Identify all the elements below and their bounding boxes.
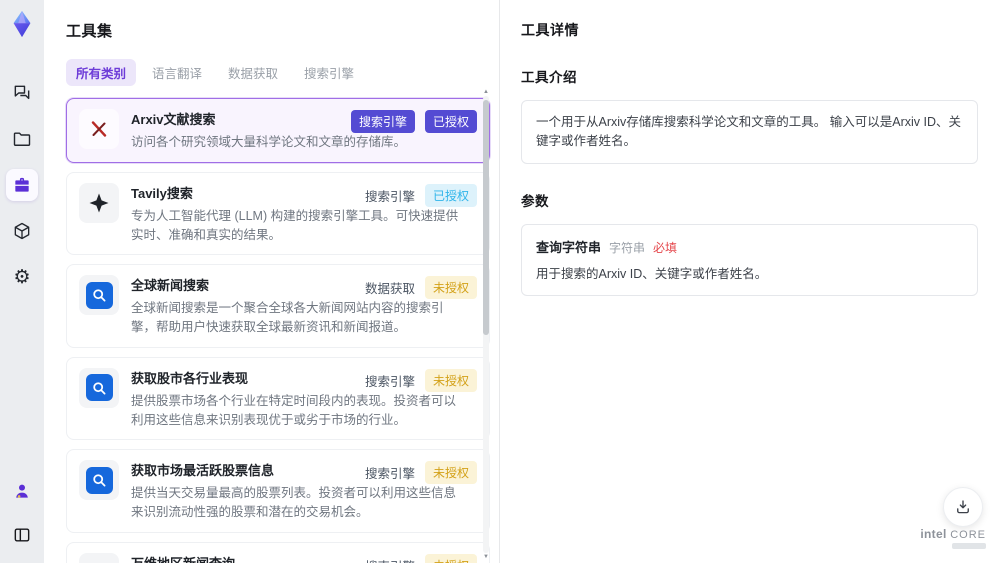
- param-required-flag: 必填: [653, 240, 678, 255]
- tool-description: 专为人工智能代理 (LLM) 构建的搜索引擎工具。可快速提供实时、准确和真实的结…: [131, 208, 459, 242]
- sidebar-item-account[interactable]: [6, 475, 38, 507]
- sidebar-bottom: [6, 475, 38, 551]
- params-heading: 参数: [521, 193, 549, 209]
- logo-gem-icon: [13, 10, 31, 38]
- sidebar-item-files[interactable]: [6, 123, 38, 155]
- tool-card-stock-sector-performance[interactable]: 获取股市各行业表现 提供股票市场各个行业在特定时间段内的表现。投资者可以利用这些…: [66, 356, 490, 441]
- tool-card-arxiv[interactable]: Arxiv文献搜索 访问各个研究领域大量科学论文和文章的存储库。 搜索引擎 已授…: [66, 98, 490, 163]
- category-tabs: 所有类别 语言翻译 数据获取 搜索引擎: [66, 59, 499, 86]
- tool-description: 访问各个研究领域大量科学论文和文章的存储库。: [131, 135, 407, 149]
- star-icon: [79, 182, 119, 223]
- param-type: 字符串: [609, 240, 646, 255]
- scrollbar-track[interactable]: [483, 96, 489, 553]
- scrollbar-thumb[interactable]: [483, 100, 489, 335]
- tool-card-tavily[interactable]: Tavily搜索 专为人工智能代理 (LLM) 构建的搜索引擎工具。可快速提供实…: [66, 171, 490, 256]
- sidebar-nav: ⚙: [6, 77, 38, 293]
- download-icon: [957, 500, 969, 514]
- tool-list-panel: 工具集 所有类别 语言翻译 数据获取 搜索引擎 Arxiv文献搜索 访问各个研究…: [44, 0, 500, 563]
- param-box: 查询字符串 字符串 必填 用于搜索的Arxiv ID、关键字或作者姓名。: [521, 223, 978, 297]
- tool-card-global-news-search[interactable]: 全球新闻搜索 全球新闻搜索是一个聚合全球各大新闻网站内容的搜索引擎，帮助用户快速…: [66, 264, 490, 348]
- category-badge: 搜索引擎: [350, 110, 415, 133]
- tab-all-categories[interactable]: 所有类别: [66, 59, 137, 86]
- folder-icon: [13, 132, 31, 146]
- status-badge: 未授权: [424, 368, 477, 392]
- category-label: 数据获取: [364, 282, 415, 297]
- sidebar-item-chat[interactable]: [6, 77, 38, 109]
- chat-icon: [14, 85, 30, 100]
- tool-detail-panel: 工具详情 工具介绍 一个用于从Arxiv存储库搜索科学论文和文章的工具。 输入可…: [501, 0, 1000, 563]
- tab-data-acquisition[interactable]: 数据获取: [218, 59, 288, 86]
- tab-search-engine[interactable]: 搜索引擎: [294, 59, 364, 86]
- cube-icon: [14, 222, 30, 240]
- blue-search-icon: [85, 281, 113, 309]
- scroll-down-icon[interactable]: ▼: [483, 553, 489, 561]
- tool-list: Arxiv文献搜索 访问各个研究领域大量科学论文和文章的存储库。 搜索引擎 已授…: [66, 98, 490, 563]
- sidebar-item-models[interactable]: [6, 215, 38, 247]
- user-icon: [16, 484, 28, 498]
- tool-description: 全球新闻搜索是一个聚合全球各大新闻网站内容的搜索引擎，帮助用户快速获取全球最新资…: [131, 301, 444, 334]
- core-wordmark: core: [950, 529, 986, 541]
- sidebar-item-collapse-panel[interactable]: [6, 519, 38, 551]
- scroll-up-icon[interactable]: ▲: [483, 88, 489, 96]
- status-badge: 已授权: [424, 183, 477, 207]
- category-label: 搜索引擎: [364, 467, 415, 482]
- param-name: 查询字符串: [536, 239, 602, 255]
- category-label: 搜索引擎: [364, 374, 415, 389]
- app-window: ⚙ 工具集 所有类别 语言翻译 数据获取 搜索引擎 Arxiv文献搜索 访问各个…: [0, 0, 1000, 563]
- intel-core-logo: intel core: [920, 527, 986, 549]
- intel-wordmark: intel: [920, 527, 947, 541]
- tab-language-translation[interactable]: 语言翻译: [142, 59, 212, 86]
- download-button[interactable]: [943, 487, 983, 527]
- sidebar: ⚙: [0, 0, 44, 563]
- toolbox-icon: [15, 177, 29, 192]
- gear-icon: ⚙: [13, 265, 31, 288]
- list-scrollbar[interactable]: ▲ ▼: [482, 88, 490, 561]
- sidebar-item-tools[interactable]: [6, 169, 38, 201]
- status-badge: 未授权: [424, 461, 477, 485]
- status-badge: 未授权: [424, 553, 477, 563]
- tool-card-most-active-stocks[interactable]: 获取市场最活跃股票信息 提供当天交易量最高的股票列表。投资者可以利用这些信息来识…: [66, 449, 490, 533]
- intro-heading: 工具介绍: [521, 70, 577, 85]
- tool-card-regional-news-query[interactable]: 万维地区新闻查询 查询具体行政区划内的新闻，快速了解各地新闻动 搜索引擎 未授权: [66, 541, 490, 563]
- blue-search-icon: [85, 466, 113, 494]
- param-description: 用于搜索的Arxiv ID、关键字或作者姓名。: [536, 266, 768, 281]
- category-label: 搜索引擎: [364, 189, 415, 204]
- panel-icon: [14, 528, 30, 542]
- arxiv-icon: [79, 109, 119, 149]
- status-badge: 已授权: [424, 110, 477, 133]
- intro-box: 一个用于从Arxiv存储库搜索科学论文和文章的工具。 输入可以是Arxiv ID…: [521, 100, 978, 164]
- detail-title: 工具详情: [521, 22, 579, 38]
- brand-subtext-strip: [952, 543, 986, 549]
- tool-description: 提供当天交易量最高的股票列表。投资者可以利用这些信息来识别流动性强的股票和潜在的…: [131, 486, 457, 519]
- tool-description: 提供股票市场各个行业在特定时间段内的表现。投资者可以利用这些信息来识别表现优于或…: [131, 393, 457, 427]
- category-label: 搜索引擎: [365, 556, 415, 563]
- intro-text: 一个用于从Arxiv存储库搜索科学论文和文章的工具。 输入可以是Arxiv ID…: [536, 115, 962, 148]
- app-logo[interactable]: [5, 7, 39, 41]
- sidebar-item-settings[interactable]: ⚙: [6, 261, 38, 293]
- blue-search-icon: [85, 374, 113, 402]
- newspaper-icon: [79, 552, 119, 563]
- status-badge: 未授权: [424, 276, 477, 300]
- page-title: 工具集: [66, 23, 113, 40]
